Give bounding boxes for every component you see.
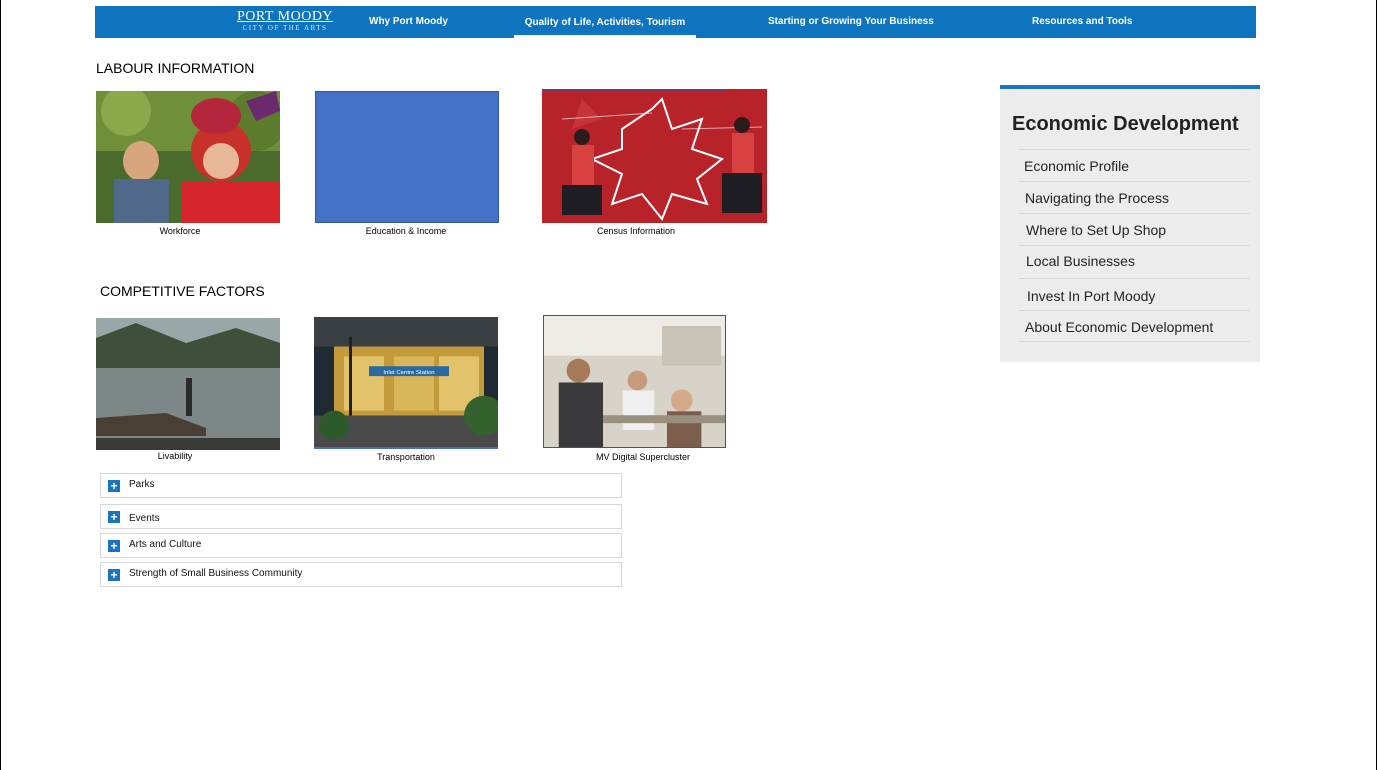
sidebar-item-invest-in-port-moody[interactable]: Invest In Port Moody xyxy=(1019,278,1250,310)
sidebar-item-label: Invest In Port Moody xyxy=(1027,288,1156,304)
accordion-label: Events xyxy=(129,513,160,524)
festival-performers-photo xyxy=(96,91,280,223)
top-navigation-bar: PORT MOODY CITY OF THE ARTS Why Port Moo… xyxy=(95,6,1256,38)
sidebar-item-where-to-set-up-shop[interactable]: Where to Set Up Shop xyxy=(1019,213,1250,245)
mv-digital-supercluster-tile[interactable] xyxy=(543,315,726,448)
expand-plus-icon[interactable]: + xyxy=(108,540,120,552)
lake-pier-photo xyxy=(96,318,280,450)
sidebar-item-label: Navigating the Process xyxy=(1025,190,1169,206)
census-information-label: Census Information xyxy=(596,226,676,236)
logo-title: PORT MOODY xyxy=(236,9,334,24)
accordion-parks[interactable]: + Parks xyxy=(100,473,622,498)
competitive-section-title: COMPETITIVE FACTORS xyxy=(100,283,265,299)
sidebar-item-local-businesses[interactable]: Local Businesses xyxy=(1019,245,1250,277)
transportation-tile[interactable]: Inlet Centre Station xyxy=(314,317,498,449)
sidebar-item-label: Local Businesses xyxy=(1026,253,1135,269)
nav-resources-tools[interactable]: Resources and Tools xyxy=(1032,6,1132,38)
accordion-label: Arts and Culture xyxy=(129,539,202,550)
education-income-tile[interactable] xyxy=(315,91,499,223)
sidebar-item-economic-profile[interactable]: Economic Profile xyxy=(1019,149,1250,181)
livability-tile[interactable] xyxy=(96,318,280,450)
accordion-events[interactable]: + Events xyxy=(100,504,622,529)
maple-leaf-illustration xyxy=(542,89,767,223)
expand-plus-icon[interactable]: + xyxy=(108,569,120,581)
station-sign: Inlet Centre Station xyxy=(383,370,434,376)
nav-starting-business[interactable]: Starting or Growing Your Business xyxy=(768,6,934,38)
sidebar-item-label: Economic Profile xyxy=(1024,158,1130,174)
accordion-arts-and-culture[interactable]: + Arts and Culture xyxy=(100,533,622,558)
inlet-centre-station-photo: Inlet Centre Station xyxy=(314,317,498,447)
nav-why-port-moody[interactable]: Why Port Moody xyxy=(369,6,448,38)
mv-digital-supercluster-label: MV Digital Supercluster xyxy=(595,452,691,462)
livability-label: Livability xyxy=(157,451,193,461)
expand-plus-icon[interactable]: + xyxy=(108,511,120,523)
accordion-label: Strength of Small Business Community xyxy=(129,568,303,579)
expand-plus-icon[interactable]: + xyxy=(108,480,120,492)
sidebar-title: Economic Development xyxy=(1012,113,1239,135)
port-moody-logo[interactable]: PORT MOODY CITY OF THE ARTS xyxy=(235,9,335,33)
nav-quality-of-life[interactable]: Quality of Life, Activities, Tourism xyxy=(514,6,696,38)
accordion-small-business[interactable]: + Strength of Small Business Community xyxy=(100,562,622,587)
education-income-label: Education & Income xyxy=(365,226,447,236)
economic-development-sidebar: Economic Development Economic Profile Na… xyxy=(1000,85,1260,362)
accordion-label: Parks xyxy=(129,479,155,490)
sidebar-item-navigating-process[interactable]: Navigating the Process xyxy=(1019,181,1250,213)
workforce-tile[interactable] xyxy=(96,91,280,223)
sidebar-item-label: Where to Set Up Shop xyxy=(1026,222,1167,238)
blue-placeholder xyxy=(316,92,498,222)
labour-section-title: LABOUR INFORMATION xyxy=(96,60,255,76)
workforce-label: Workforce xyxy=(159,226,201,236)
transportation-label: Transportation xyxy=(377,452,435,462)
sidebar-item-about-economic-development[interactable]: About Economic Development xyxy=(1019,310,1250,342)
sidebar-item-label: About Economic Development xyxy=(1025,319,1214,335)
office-workers-photo xyxy=(544,316,725,447)
census-information-tile[interactable] xyxy=(542,89,767,223)
logo-subtitle: CITY OF THE ARTS xyxy=(242,24,328,32)
